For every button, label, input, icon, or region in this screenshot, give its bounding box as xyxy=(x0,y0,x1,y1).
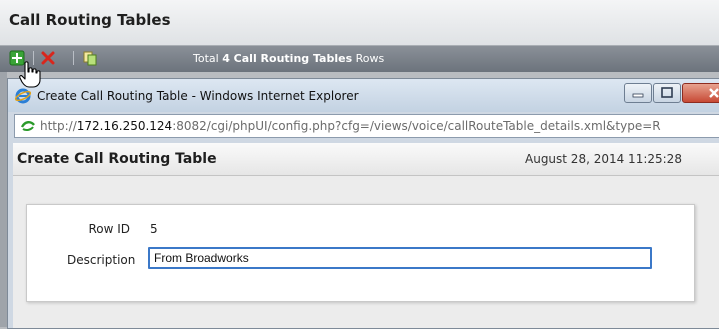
ie-logo-icon xyxy=(14,88,32,104)
row-id-value: 5 xyxy=(150,222,158,236)
rows-count: 4 Call Routing Tables xyxy=(222,52,353,65)
row-id-label: Row ID xyxy=(88,222,130,236)
rows-total: Total 4 Call Routing Tables Rows xyxy=(193,52,384,65)
url-host: 172.16.250.124 xyxy=(76,119,173,133)
form-panel: Row ID 5 Description xyxy=(26,204,695,302)
ie-titlebar[interactable]: Create Call Routing Table - Windows Inte… xyxy=(8,79,719,112)
page-icon xyxy=(20,118,36,134)
description-input[interactable] xyxy=(148,247,652,269)
content-header: Create Call Routing Table August 28, 201… xyxy=(13,143,719,176)
background-strip xyxy=(0,72,7,327)
maximize-button[interactable] xyxy=(653,83,681,103)
ie-window: Create Call Routing Table - Windows Inte… xyxy=(7,78,719,329)
toolbar-separator xyxy=(73,51,74,65)
description-label: Description xyxy=(67,253,136,267)
page-content: Create Call Routing Table August 28, 201… xyxy=(13,143,719,328)
dialog-title: Create Call Routing Table xyxy=(17,151,217,167)
delete-icon[interactable] xyxy=(40,50,56,66)
window-title: Create Call Routing Table - Windows Inte… xyxy=(37,89,359,103)
maximize-icon xyxy=(661,87,673,98)
url-path: :8082/cgi/phpUI/config.php?cfg=/views/vo… xyxy=(172,119,661,133)
rows-prefix: Total xyxy=(193,52,219,65)
copy-icon[interactable] xyxy=(82,50,98,66)
app-header: Call Routing Tables xyxy=(0,0,719,46)
app-toolbar: Total 4 Call Routing Tables Rows xyxy=(0,46,719,72)
minimize-icon xyxy=(632,93,644,98)
close-icon xyxy=(709,88,719,98)
address-bar[interactable]: http://172.16.250.124:8082/cgi/phpUI/con… xyxy=(14,114,719,138)
close-button[interactable] xyxy=(682,83,719,103)
address-url: http://172.16.250.124:8082/cgi/phpUI/con… xyxy=(40,119,661,133)
timestamp: August 28, 2014 11:25:28 xyxy=(525,152,682,166)
rows-suffix: Rows xyxy=(355,52,385,65)
page-title: Call Routing Tables xyxy=(9,11,171,29)
minimize-button[interactable] xyxy=(624,83,652,103)
hand-cursor-icon xyxy=(19,61,41,89)
url-scheme: http:// xyxy=(40,119,77,133)
